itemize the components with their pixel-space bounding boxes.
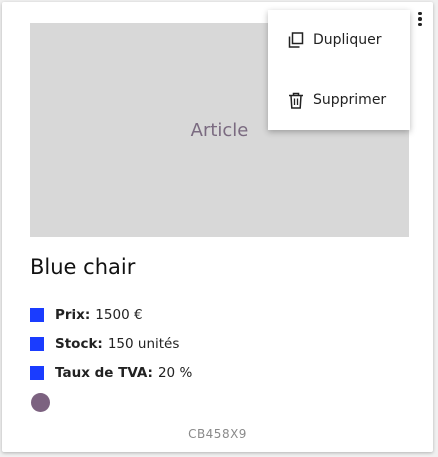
product-title: Blue chair: [30, 255, 136, 279]
color-swatch: [31, 393, 50, 412]
image-placeholder-label: Article: [190, 119, 249, 141]
attribute-value: 20 %: [157, 364, 193, 381]
copy-icon: [287, 31, 305, 49]
attribute-vat-rate: Taux de TVA: 20 %: [30, 358, 192, 387]
more-vertical-icon-dot: [418, 22, 422, 27]
attribute-bullet: [30, 307, 44, 322]
attribute-label: Taux de TVA:: [55, 364, 153, 381]
menu-item-delete[interactable]: Supprimer: [268, 70, 410, 130]
product-card: Article Dupliquer Supprimer Blue chair P…: [2, 2, 433, 452]
attribute-price: Prix: 1500 €: [30, 300, 192, 329]
more-options-button[interactable]: [412, 8, 428, 30]
trash-icon: [287, 91, 305, 109]
product-attributes: Prix: 1500 € Stock: 150 unités Taux de T…: [30, 300, 192, 387]
menu-item-duplicate-label: Dupliquer: [313, 32, 382, 48]
product-sku: CB458X9: [188, 427, 247, 441]
attribute-label: Prix:: [55, 306, 91, 323]
attribute-bullet: [30, 365, 44, 380]
attribute-value: 1500 €: [95, 306, 143, 323]
menu-item-delete-label: Supprimer: [313, 92, 387, 108]
attribute-value: 150 unités: [107, 335, 180, 352]
attribute-bullet: [30, 336, 44, 351]
attribute-label: Stock:: [55, 335, 103, 352]
context-menu: Dupliquer Supprimer: [268, 10, 410, 130]
attribute-stock: Stock: 150 unités: [30, 329, 192, 358]
more-vertical-icon: [418, 11, 422, 16]
more-vertical-icon-dot: [418, 17, 422, 21]
menu-item-duplicate[interactable]: Dupliquer: [268, 10, 410, 70]
